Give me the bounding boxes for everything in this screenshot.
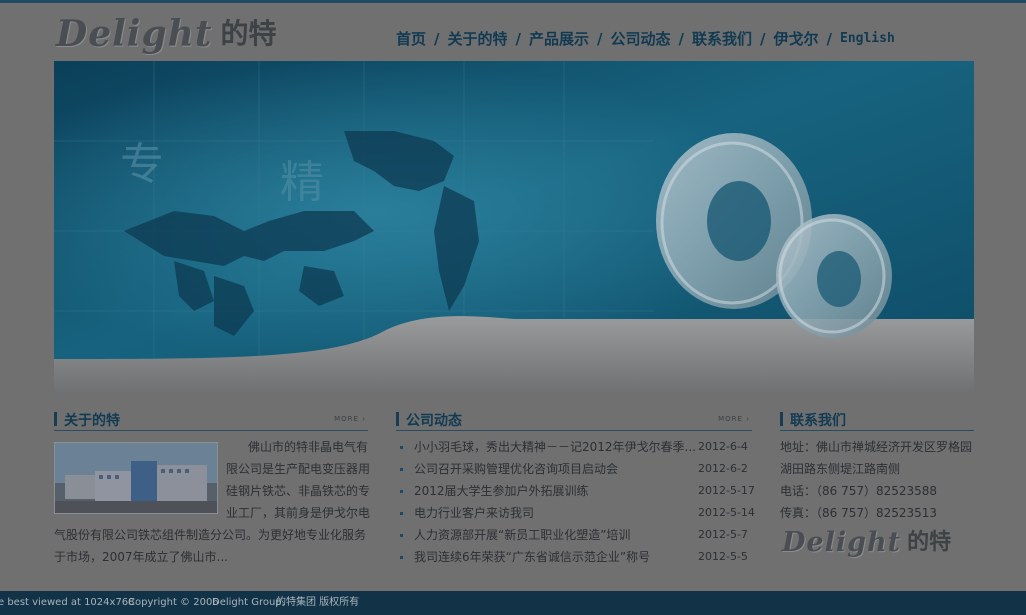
- main-nav: 首页 / 关于的特 / 产品展示 / 公司动态 / 联系我们 / 伊戈尔 / E…: [396, 28, 895, 49]
- nav-english[interactable]: English: [840, 31, 895, 46]
- list-item[interactable]: 公司召开采购管理优化咨询项目启动会 2012-6-2: [396, 458, 752, 480]
- news-item-title: 我司连续6年荣获“广东省诚信示范企业”称号: [414, 550, 651, 564]
- news-item-date: 2012-5-17: [698, 484, 755, 497]
- hero-banner: 专 精: [54, 61, 974, 395]
- top-border: [0, 0, 1026, 3]
- contact-info: 地址：佛山市禅城经济开发区罗格园 湖田路东侧堤江路南侧 电话：（86 757）8…: [780, 436, 980, 524]
- nav-contact[interactable]: 联系我们: [692, 28, 752, 49]
- contact-title: 联系我们: [790, 413, 846, 429]
- news-item-date: 2012-5-5: [698, 550, 748, 563]
- news-item-title: 2012届大学生参加户外拓展训练: [414, 484, 589, 498]
- footer: e best viewed at 1024x768 Copyright © 20…: [0, 591, 1026, 615]
- footer-copyright: Copyright © 2006: [128, 597, 219, 608]
- news-item-date: 2012-5-14: [698, 506, 755, 519]
- nav-separator: /: [434, 29, 440, 48]
- about-title: 关于的特: [64, 413, 120, 429]
- about-description: 佛山市的特非晶电气有限公司是生产配电变压器用硅钢片铁芯、非晶铁芯的专业工厂，其前…: [54, 436, 370, 568]
- nav-separator: /: [515, 29, 521, 48]
- ring-core-small: [776, 214, 892, 338]
- section-bar: [54, 412, 57, 426]
- news-list: 小小羽毛球，秀出大精神－－记2012年伊戈尔春季... 2012-6-4 公司召开…: [396, 436, 755, 568]
- contact-address-line1: 地址：佛山市禅城经济开发区罗格园: [780, 440, 973, 454]
- logo-latin-text: Delight: [782, 527, 902, 558]
- nav-eagle[interactable]: 伊戈尔: [774, 28, 819, 49]
- more-label: MORE: [334, 415, 359, 423]
- section-bar: [396, 412, 399, 426]
- chevron-right-icon: ›: [362, 415, 366, 423]
- about-section-header: 关于的特 MORE ›: [54, 410, 368, 431]
- section-bar: [780, 412, 783, 426]
- banner-graphic: 专 精: [54, 61, 974, 395]
- news-item-title: 小小羽毛球，秀出大精神－－记2012年伊戈尔春季...: [414, 440, 696, 454]
- news-title: 公司动态: [406, 413, 462, 429]
- news-item-date: 2012-6-2: [698, 462, 748, 475]
- list-item[interactable]: 我司连续6年荣获“广东省诚信示范企业”称号 2012-5-5: [396, 546, 752, 568]
- logo-chinese-text: 的特: [907, 530, 952, 555]
- logo-latin-text: Delight: [56, 13, 213, 55]
- contact-fax: 传真：（86 757）82523513: [780, 506, 938, 520]
- logo-chinese-text: 的特: [220, 17, 277, 50]
- footer-company: Delight Group.: [212, 597, 285, 608]
- news-item-date: 2012-6-4: [698, 440, 748, 453]
- nav-separator: /: [826, 29, 832, 48]
- nav-separator: /: [597, 29, 603, 48]
- contact-logo: Delight 的特: [782, 528, 951, 558]
- news-item-title: 公司召开采购管理优化咨询项目启动会: [414, 462, 619, 476]
- news-section-header: 公司动态 MORE ›: [396, 410, 752, 431]
- news-item-title: 人力资源部开展“新员工职业化塑造”培训: [414, 528, 631, 542]
- list-item[interactable]: 人力资源部开展“新员工职业化塑造”培训 2012-5-7: [396, 524, 752, 546]
- about-more-link[interactable]: MORE ›: [334, 415, 366, 423]
- banner-char-2: 精: [280, 157, 324, 208]
- nav-products[interactable]: 产品展示: [529, 28, 589, 49]
- contact-phone: 电话：（86 757）82523588: [780, 484, 938, 498]
- contact-address-line2: 湖田路东侧堤江路南侧: [780, 462, 901, 476]
- nav-news[interactable]: 公司动态: [611, 28, 671, 49]
- news-item-title: 电力行业客户来访我司: [414, 506, 535, 520]
- nav-about[interactable]: 关于的特: [448, 28, 508, 49]
- list-item[interactable]: 小小羽毛球，秀出大精神－－记2012年伊戈尔春季... 2012-6-4: [396, 436, 752, 458]
- footer-best-viewed: e best viewed at 1024x768: [0, 597, 135, 608]
- site-logo[interactable]: Delight 的特: [56, 14, 276, 54]
- news-more-link[interactable]: MORE ›: [718, 415, 750, 423]
- list-item[interactable]: 电力行业客户来访我司 2012-5-14: [396, 502, 755, 524]
- footer-rights: 的特集团 版权所有: [276, 597, 360, 608]
- contact-section-header: 联系我们: [780, 410, 974, 431]
- banner-char-1: 专: [120, 139, 164, 190]
- nav-separator: /: [760, 29, 766, 48]
- list-item[interactable]: 2012届大学生参加户外拓展训练 2012-5-17: [396, 480, 755, 502]
- news-item-date: 2012-5-7: [698, 528, 748, 541]
- more-label: MORE: [718, 415, 743, 423]
- chevron-right-icon: ›: [746, 415, 750, 423]
- nav-separator: /: [678, 29, 684, 48]
- nav-home[interactable]: 首页: [396, 28, 426, 49]
